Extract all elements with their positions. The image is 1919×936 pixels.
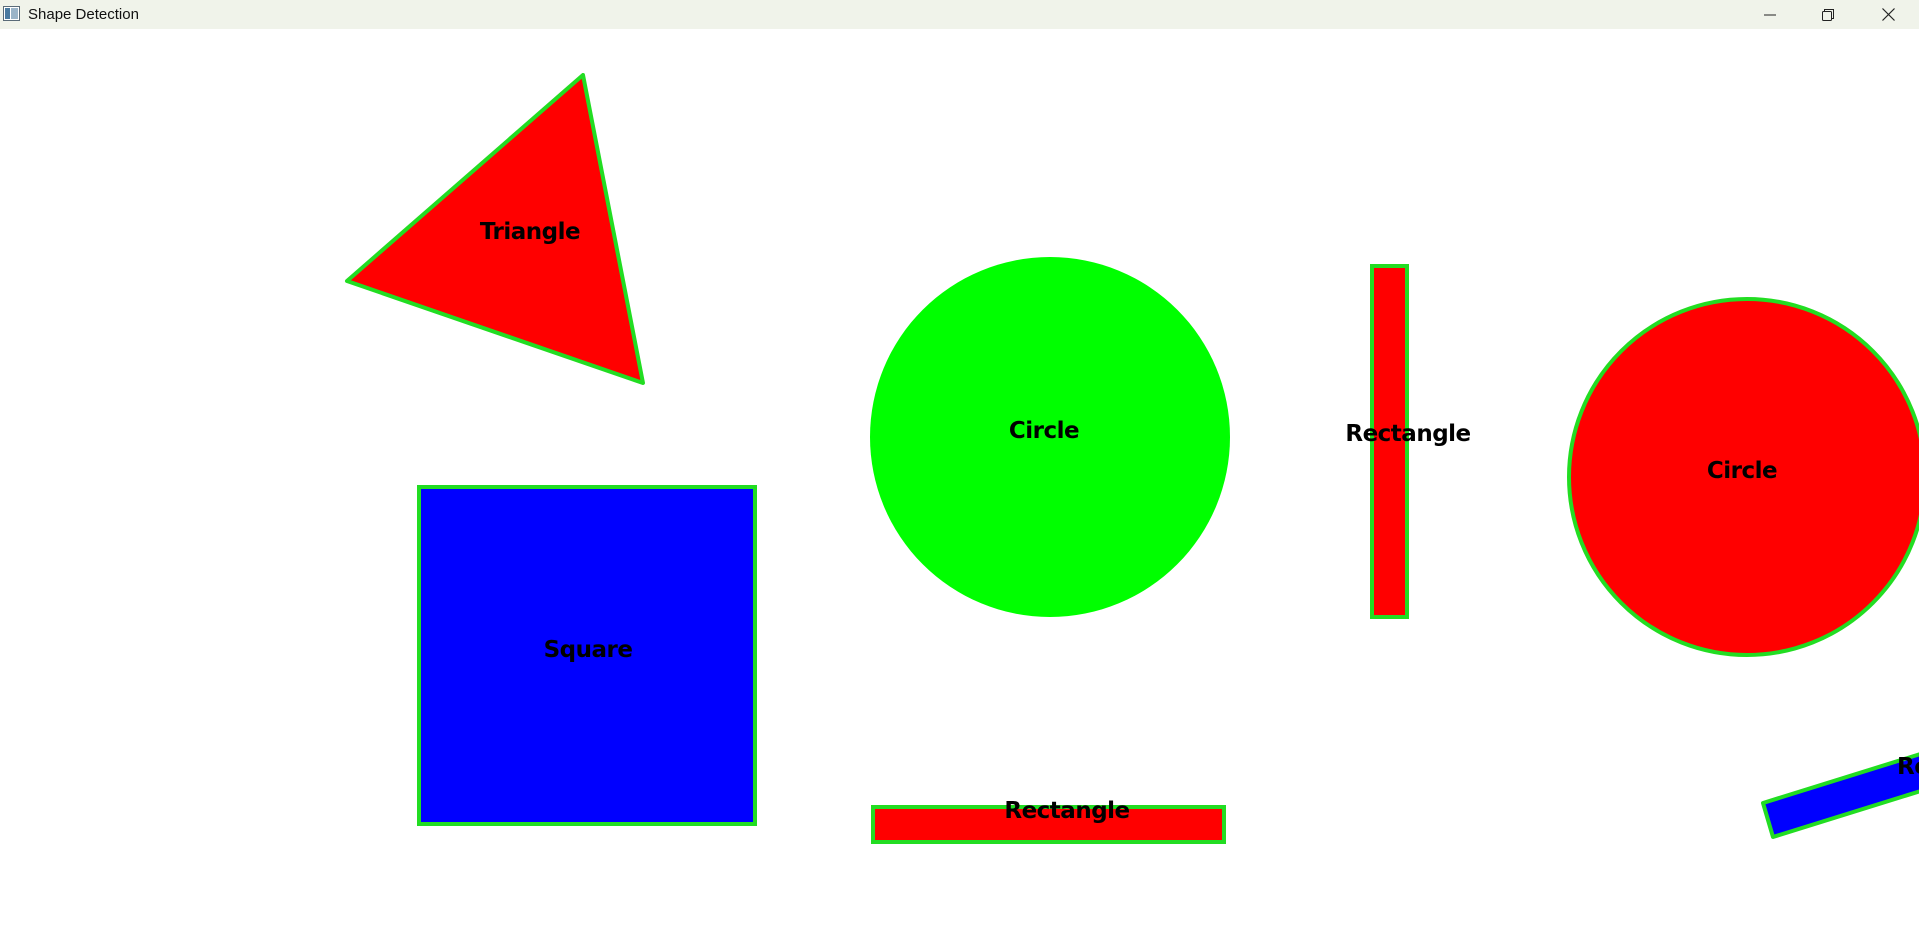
window-title: Shape Detection [28, 6, 139, 23]
app-window: Shape Detection Triangle Circle Rectangl… [0, 0, 1919, 936]
close-button[interactable] [1858, 0, 1919, 29]
app-window-icon [3, 6, 20, 21]
minimize-button[interactable] [1741, 0, 1799, 29]
triangle-label: Triangle [480, 219, 580, 245]
green-circle-label: Circle [1009, 418, 1079, 444]
shape-detection-image: Triangle Circle Rectangle Circle Square … [345, 73, 1919, 844]
rotated-rectangle-label: Re [1897, 754, 1919, 780]
image-canvas: Triangle Circle Rectangle Circle Square … [0, 29, 1919, 936]
minimize-icon [1764, 14, 1776, 15]
restore-button[interactable] [1799, 0, 1857, 29]
horizontal-rectangle-label: Rectangle [1004, 798, 1129, 824]
restore-icon [1822, 8, 1834, 21]
square-label: Square [544, 637, 633, 663]
close-icon [1882, 8, 1895, 21]
title-bar[interactable]: Shape Detection [0, 0, 1919, 29]
red-circle-label: Circle [1707, 458, 1777, 484]
vertical-rectangle-label: Rectangle [1345, 421, 1470, 447]
rotated-rectangle-shape [1761, 752, 1919, 839]
